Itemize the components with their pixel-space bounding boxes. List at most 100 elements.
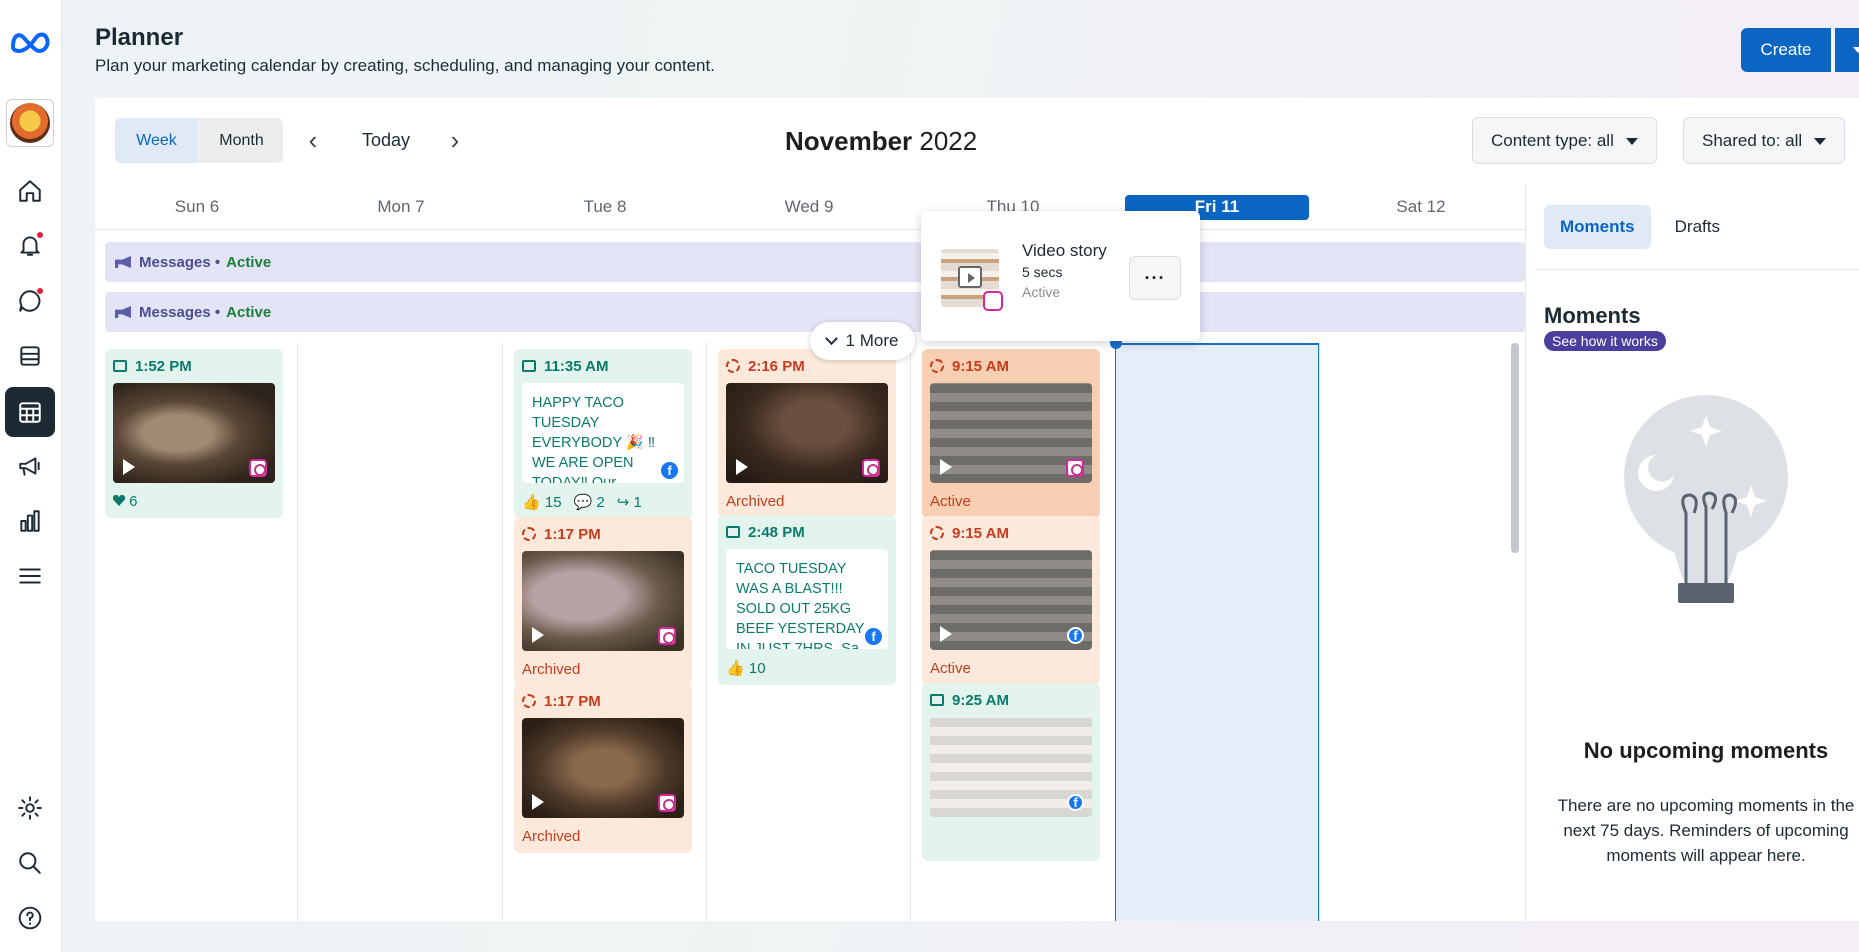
day-header[interactable]: Mon 7 xyxy=(299,185,503,229)
story-preview-popup[interactable]: Video story 5 secs Active ··· xyxy=(921,211,1200,341)
today-button[interactable]: Today xyxy=(362,130,410,151)
post-icon xyxy=(726,526,740,538)
empty-state-title: No upcoming moments xyxy=(1583,738,1829,763)
instagram-icon xyxy=(983,291,1003,311)
play-icon xyxy=(532,794,544,810)
create-button[interactable]: Create xyxy=(1741,28,1833,72)
status-badge: Active xyxy=(226,303,272,321)
day-header[interactable]: Wed 9 xyxy=(707,185,911,229)
day-header[interactable]: Tue 8 xyxy=(503,185,707,229)
story-icon xyxy=(930,526,944,540)
settings-icon[interactable] xyxy=(14,792,46,824)
post-icon xyxy=(930,694,944,706)
popup-title: Video story xyxy=(1022,241,1107,260)
moments-heading: Moments xyxy=(1544,303,1641,328)
play-icon xyxy=(123,459,135,475)
like-icon: 👍 xyxy=(522,494,541,511)
play-icon xyxy=(940,459,952,475)
instagram-icon xyxy=(658,794,676,812)
chevron-down-icon xyxy=(824,331,838,345)
day-header[interactable]: Sat 12 xyxy=(1319,185,1523,229)
current-day-column[interactable] xyxy=(1115,343,1319,921)
tab-moments[interactable]: Moments xyxy=(1544,205,1651,249)
week-grid: 1:52 PM 6 11:35 AM HAPPY TACO TUESDAY EV… xyxy=(95,337,1525,921)
story-card[interactable]: 1:17 PM Archived xyxy=(514,684,692,853)
instagram-icon xyxy=(658,627,676,645)
ads-icon[interactable] xyxy=(14,450,46,482)
meta-logo-icon[interactable] xyxy=(8,25,54,57)
instagram-icon xyxy=(1066,459,1084,477)
insights-icon[interactable] xyxy=(14,505,46,537)
story-card[interactable]: 9:15 AM Active xyxy=(922,349,1100,518)
show-more-button[interactable]: 1 More xyxy=(810,322,915,360)
post-icon xyxy=(113,360,127,372)
popup-status: Active xyxy=(1022,284,1061,300)
next-week-button[interactable]: › xyxy=(445,127,465,153)
status-badge: Active xyxy=(226,253,272,271)
notification-dot xyxy=(36,231,44,239)
story-card[interactable]: 9:15 AM f Active xyxy=(922,516,1100,685)
story-icon xyxy=(930,359,944,373)
menu-icon[interactable] xyxy=(14,560,46,592)
post-card[interactable]: 2:48 PM TACO TUESDAY WAS A BLAST!!! SOLD… xyxy=(718,515,896,685)
status-label: Archived xyxy=(726,493,785,510)
day-header[interactable]: Sun 6 xyxy=(95,185,299,229)
planner-icon[interactable] xyxy=(5,387,55,437)
more-options-button[interactable]: ··· xyxy=(1129,256,1181,300)
moments-sidebar: Moments Drafts Moments See how it works … xyxy=(1525,185,1859,921)
facebook-icon: f xyxy=(1067,627,1084,644)
play-icon xyxy=(736,459,748,475)
caret-down-icon xyxy=(1814,138,1827,151)
post-icon xyxy=(522,360,536,372)
inbox-dot xyxy=(36,287,44,295)
view-toggle: Week Month xyxy=(115,118,283,163)
like-icon: 👍 xyxy=(726,660,745,677)
post-card[interactable]: 1:52 PM 6 xyxy=(105,349,283,518)
home-icon[interactable] xyxy=(14,175,46,207)
story-card[interactable]: 1:17 PM Archived xyxy=(514,517,692,686)
page-avatar[interactable] xyxy=(6,99,54,147)
story-thumbnail xyxy=(522,718,684,818)
messages-campaign-banner[interactable]: Messages • Active xyxy=(105,242,1525,282)
create-dropdown-button[interactable] xyxy=(1835,28,1859,72)
story-thumbnail xyxy=(726,383,888,483)
post-card[interactable]: 9:25 AM f xyxy=(922,683,1100,861)
shared-to-filter[interactable]: Shared to: all xyxy=(1683,117,1846,164)
week-view-button[interactable]: Week xyxy=(115,118,198,163)
grid-scrollbar[interactable] xyxy=(1511,343,1519,553)
page-title: Planner xyxy=(95,24,184,51)
story-icon xyxy=(522,527,536,541)
see-how-it-works-button[interactable]: See how it works xyxy=(1544,331,1666,351)
status-label: Archived xyxy=(522,661,581,678)
play-icon xyxy=(532,627,544,643)
instagram-icon xyxy=(249,459,267,477)
story-thumbnail: f xyxy=(930,550,1092,650)
lightbulb-illustration-icon xyxy=(1616,395,1796,605)
story-thumbnail xyxy=(930,383,1092,483)
content-icon[interactable] xyxy=(14,340,46,372)
help-icon[interactable] xyxy=(14,902,46,934)
page-subtitle: Plan your marketing calendar by creating… xyxy=(95,56,715,75)
facebook-icon: f xyxy=(1067,794,1084,811)
search-icon[interactable] xyxy=(14,847,46,879)
day-header-row: Sun 6 Mon 7 Tue 8 Wed 9 Thu 10 Fri 11 Sa… xyxy=(95,185,1525,230)
video-play-icon xyxy=(958,266,982,288)
month-view-button[interactable]: Month xyxy=(200,118,283,163)
status-label: Active xyxy=(930,493,971,510)
facebook-icon: f xyxy=(661,462,678,479)
story-icon xyxy=(522,694,536,708)
prev-week-button[interactable]: ‹ xyxy=(303,127,323,153)
post-thumbnail: f xyxy=(930,717,1092,817)
share-icon: ↪ xyxy=(616,494,630,511)
post-card[interactable]: 11:35 AM HAPPY TACO TUESDAY EVERYBODY 🎉 … xyxy=(514,349,692,519)
tab-drafts[interactable]: Drafts xyxy=(1659,205,1736,249)
story-card[interactable]: 2:16 PM Archived xyxy=(718,349,896,518)
megaphone-icon xyxy=(115,256,131,268)
notifications-icon[interactable] xyxy=(14,229,46,261)
left-nav-rail xyxy=(0,0,62,952)
messages-campaign-banner[interactable]: Messages • Active xyxy=(105,292,1525,332)
play-icon xyxy=(940,626,952,642)
inbox-icon[interactable] xyxy=(14,285,46,317)
megaphone-icon xyxy=(115,306,131,318)
content-type-filter[interactable]: Content type: all xyxy=(1472,117,1657,164)
